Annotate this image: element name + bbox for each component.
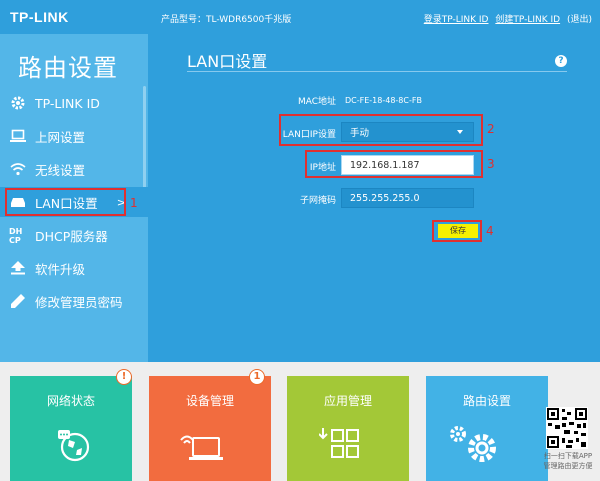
tile-network-status[interactable]: ! 网络状态 (10, 369, 132, 481)
qr-caption-line-2: 管理路由更方便 (543, 462, 593, 470)
tile-label: 应用管理 (323, 394, 372, 408)
mac-label: MAC地址 (297, 97, 336, 107)
sidebar-item-label: 上网设置 (35, 129, 86, 145)
annotation-box-4 (432, 220, 482, 242)
dhcp-icon: DH CP (9, 226, 27, 244)
logout-link[interactable]: (退出) (567, 15, 592, 25)
create-tplink-id-link[interactable]: 创建TP-LINK ID (495, 15, 560, 25)
subnet-mask-label: 子网掩码 (299, 196, 336, 206)
laptop-icon (9, 127, 27, 145)
sidebar-item-dhcp[interactable]: DH CP DHCP服务器 (0, 220, 148, 250)
apps-grid-icon (319, 428, 359, 458)
annotation-number-4: 4 (486, 224, 494, 238)
count-badge: 1 (249, 369, 265, 385)
qr-caption-line-1: 扫一扫下载APP (543, 452, 593, 460)
sidebar-item-label: DHCP服务器 (35, 228, 108, 244)
sidebar-item-tplink-id[interactable]: TP-LINK ID (0, 88, 148, 118)
alert-badge: ! (116, 369, 132, 385)
subnet-mask-input[interactable]: 255.255.255.0 (341, 188, 474, 208)
laptop-wifi-icon (180, 435, 223, 460)
qr-code-image (546, 407, 588, 449)
annotation-number-2: 2 (487, 122, 495, 136)
sidebar-item-admin-password[interactable]: 修改管理员密码 (0, 286, 148, 316)
wifi-icon (9, 160, 27, 178)
tile-router-settings[interactable]: 路由设置 (426, 376, 548, 481)
sidebar-item-upgrade[interactable]: 软件升级 (0, 253, 148, 283)
title-divider (187, 71, 567, 72)
top-header: TP-LINK 产品型号：TL-WDR6500千兆版 登录TP-LINK ID … (0, 0, 600, 34)
annotation-number-3: 3 (487, 157, 495, 171)
tp-link-logo: TP-LINK (10, 9, 69, 25)
bottom-dock: ! 网络状态 1 设备管理 应用管理 路由设置 (0, 362, 600, 481)
upload-icon (9, 259, 27, 277)
sidebar-item-internet[interactable]: 上网设置 (0, 121, 148, 151)
login-tplink-id-link[interactable]: 登录TP-LINK ID (424, 15, 489, 25)
tile-label: 设备管理 (185, 394, 234, 408)
tile-device-management[interactable]: 1 设备管理 (149, 369, 271, 481)
annotation-box-3 (305, 150, 483, 178)
main-panel: LAN口设置 ? MAC地址 DC-FE-18-48-8C-FB LAN口IP设… (148, 34, 600, 362)
sidebar-item-wireless[interactable]: 无线设置 (0, 154, 148, 184)
tile-label: 网络状态 (46, 394, 95, 408)
help-icon[interactable]: ? (555, 55, 567, 67)
sidebar-item-label: TP-LINK ID (35, 95, 100, 111)
sidebar-item-label: 无线设置 (35, 162, 86, 178)
annotation-box-2 (279, 114, 483, 146)
svg-text:CP: CP (9, 236, 21, 244)
mac-value: DC-FE-18-48-8C-FB (345, 96, 422, 105)
qr-caption: 扫一扫下载APP 管理路由更方便 (536, 451, 600, 471)
sidebar-item-label: 软件升级 (35, 261, 86, 277)
annotation-box-1 (5, 188, 126, 216)
subnet-mask-value: 255.255.255.0 (350, 192, 420, 204)
tile-app-management[interactable]: 应用管理 (287, 376, 409, 481)
annotation-number-1: 1 (130, 196, 138, 210)
globe-icon (58, 430, 90, 462)
account-links: 登录TP-LINK ID 创建TP-LINK ID (退出) (420, 12, 592, 25)
pencil-icon (9, 292, 27, 310)
gear-icon (9, 94, 27, 112)
tile-label: 路由设置 (462, 394, 511, 408)
sidebar-title: 路由设置 (18, 54, 118, 82)
page-title: LAN口设置 (187, 52, 268, 71)
svg-text:DH: DH (9, 227, 22, 236)
gears-icon (450, 426, 496, 462)
sidebar-item-label: 修改管理员密码 (35, 294, 123, 310)
product-model: 产品型号：TL-WDR6500千兆版 (161, 15, 292, 25)
